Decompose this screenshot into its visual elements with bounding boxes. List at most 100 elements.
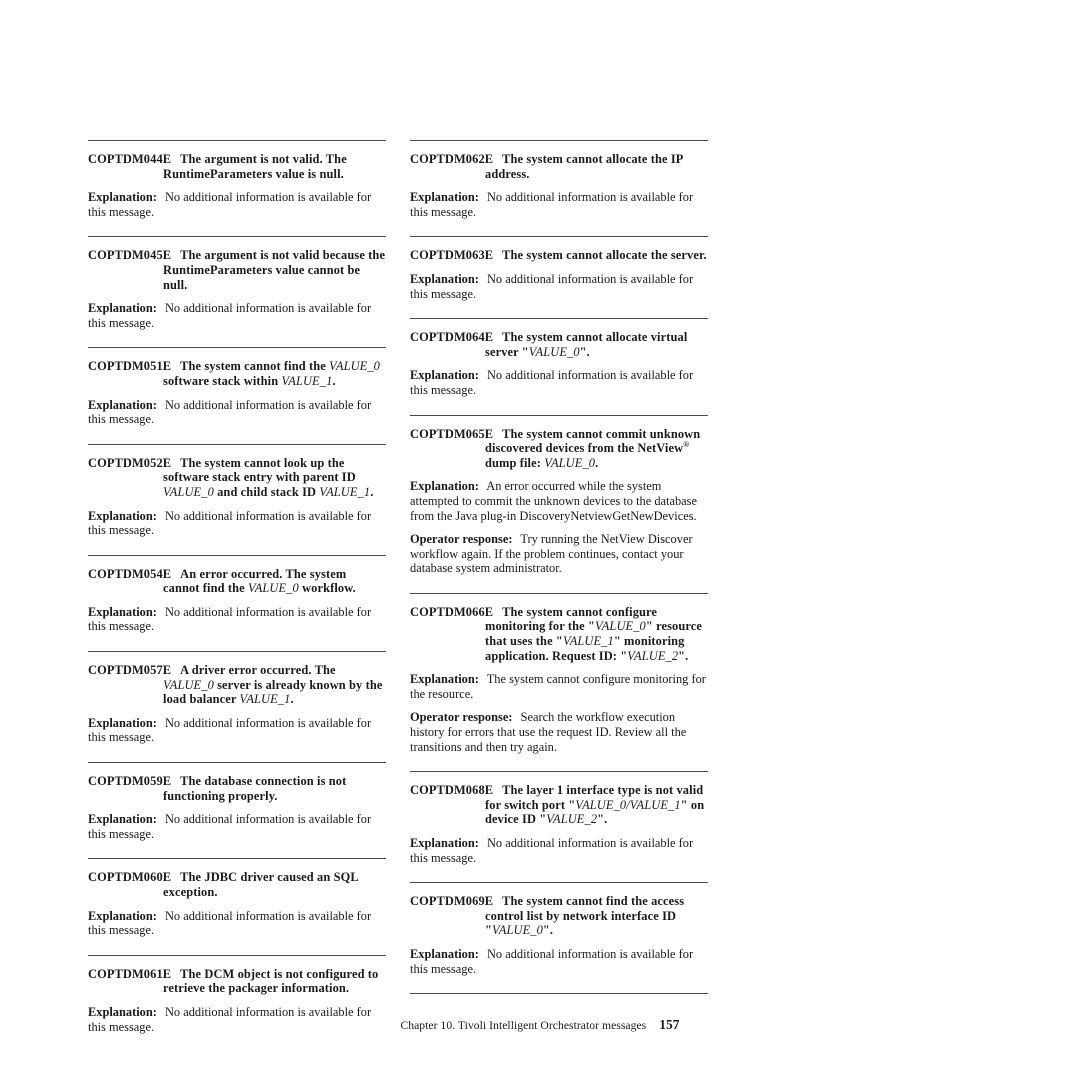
explanation-label: Explanation: (410, 946, 479, 961)
message-title-text: The system cannot commit unknown discove… (485, 426, 701, 456)
message-variable: VALUE_1 (239, 692, 291, 707)
message-separator-rule (410, 882, 708, 884)
message-separator-rule (88, 347, 386, 349)
message-title-text: software stack within (163, 373, 282, 388)
message-heading: COPTDM061E The DCM object is not configur… (88, 967, 386, 996)
message-id: COPTDM062E (410, 152, 494, 166)
explanation-paragraph: Explanation: No additional information i… (88, 812, 386, 841)
message-separator-rule (88, 554, 386, 556)
message-variable: VALUE_2 (627, 648, 679, 663)
right-column: COPTDM062E The system cannot allocate the… (410, 140, 708, 995)
two-column-body: COPTDM044E The argument is not valid. The… (88, 140, 708, 1051)
message-separator-rule (88, 140, 386, 141)
message-id: COPTDM045E (88, 248, 172, 263)
message-variable: VALUE_1 (562, 634, 614, 649)
document-page: COPTDM044E The argument is not valid. The… (0, 0, 1080, 1080)
message-gap (410, 398, 708, 415)
explanation-label: Explanation: (88, 812, 157, 827)
message-title-text: The DCM object is not configured to retr… (163, 966, 379, 996)
message-heading: COPTDM045E The argument is not valid beca… (88, 248, 386, 292)
message-separator-rule (88, 858, 386, 860)
message-variable: VALUE_2 (546, 812, 598, 827)
message-heading: COPTDM059E The database connection is not… (88, 774, 386, 803)
message-gap (410, 219, 708, 236)
message-heading: COPTDM044E The argument is not valid. The… (88, 152, 386, 181)
explanation-paragraph: Explanation: No additional information i… (88, 909, 386, 938)
message-heading: COPTDM052E The system cannot look up the … (88, 456, 386, 500)
message-entry: COPTDM066E The system cannot configure mo… (410, 592, 708, 754)
explanation-label: Explanation: (88, 1004, 157, 1019)
message-gap (88, 745, 386, 762)
message-gap (410, 754, 708, 771)
explanation-label: Explanation: (410, 672, 479, 687)
message-gap (88, 219, 386, 236)
message-id: COPTDM066E (410, 604, 494, 619)
message-title-text: The system cannot allocate the IP addres… (485, 152, 683, 181)
explanation-paragraph: Explanation: The system cannot configure… (410, 672, 708, 701)
footer-page-number: 157 (659, 1017, 680, 1032)
explanation-label: Explanation: (410, 836, 479, 850)
column-closing-rule (410, 993, 708, 995)
message-title-text: The JDBC driver caused an SQL exception. (163, 870, 359, 899)
message-separator-rule (410, 414, 708, 416)
message-heading: COPTDM063E The system cannot allocate the… (410, 248, 708, 263)
explanation-paragraph: Explanation: No additional information i… (410, 836, 708, 865)
message-separator-rule (88, 443, 386, 445)
message-id: COPTDM060E (88, 870, 172, 885)
message-variable: VALUE_0 (528, 344, 580, 359)
operator-response-paragraph: Operator response: Try running the NetVi… (410, 532, 708, 576)
message-entry: COPTDM051E The system cannot find the VAL… (88, 347, 386, 426)
explanation-paragraph: Explanation: No additional information i… (88, 301, 386, 330)
message-id: COPTDM044E (88, 152, 172, 166)
message-variable: VALUE_0 (247, 581, 299, 596)
message-heading: COPTDM054E An error occurred. The system … (88, 567, 386, 596)
message-id: COPTDM069E (410, 894, 494, 909)
explanation-label: Explanation: (410, 479, 479, 494)
message-variable: VALUE_0/VALUE_1 (575, 797, 681, 812)
message-id: COPTDM051E (88, 359, 172, 374)
explanation-paragraph: Explanation: No additional information i… (410, 272, 708, 301)
message-separator-rule (410, 592, 708, 594)
message-title-text: The system cannot allocate the server. (502, 248, 707, 263)
message-title-text: . (595, 455, 599, 470)
message-title-text: A driver error occurred. The (180, 663, 336, 678)
message-heading: COPTDM062E The system cannot allocate the… (410, 152, 708, 181)
explanation-label: Explanation: (88, 508, 157, 523)
message-entry: COPTDM054E An error occurred. The system … (88, 554, 386, 634)
message-entry: COPTDM068E The layer 1 interface type is … (410, 771, 708, 865)
footer-chapter-text: Chapter 10. Tivoli Intelligent Orchestra… (400, 1019, 647, 1032)
message-title-text: ". (579, 344, 590, 359)
message-heading: COPTDM057E A driver error occurred. The V… (88, 663, 386, 707)
message-entry: COPTDM057E A driver error occurred. The V… (88, 651, 386, 745)
message-id: COPTDM057E (88, 663, 172, 678)
message-entry: COPTDM065E The system cannot commit unkno… (410, 414, 708, 576)
message-id: COPTDM068E (410, 783, 494, 798)
explanation-label: Explanation: (88, 397, 157, 412)
message-separator-rule (88, 236, 386, 238)
message-gap (88, 330, 386, 347)
message-heading: COPTDM065E The system cannot commit unkno… (410, 427, 708, 471)
message-title-text: . (332, 373, 336, 388)
explanation-label: Explanation: (88, 190, 157, 205)
explanation-paragraph: Explanation: No additional information i… (88, 190, 386, 219)
explanation-paragraph: Explanation: No additional information i… (88, 605, 386, 634)
message-id: COPTDM065E (410, 426, 494, 441)
message-gap (88, 841, 386, 858)
explanation-label: Explanation: (88, 715, 157, 730)
message-title-text: dump file: (485, 455, 545, 470)
explanation-paragraph: Explanation: No additional information i… (88, 509, 386, 538)
message-gap (410, 576, 708, 593)
message-variable: VALUE_1 (281, 373, 333, 388)
explanation-label: Explanation: (410, 190, 479, 205)
explanation-label: Explanation: (88, 908, 157, 923)
message-id: COPTDM064E (410, 330, 494, 345)
message-heading: COPTDM051E The system cannot find the VAL… (88, 359, 386, 388)
message-title-text: ". (597, 812, 608, 827)
message-heading: COPTDM066E The system cannot configure mo… (410, 605, 708, 663)
message-variable: VALUE_0 (492, 923, 543, 938)
message-separator-rule (88, 762, 386, 764)
message-entry: COPTDM069E The system cannot find the acc… (410, 882, 708, 976)
message-gap (410, 976, 708, 993)
message-entry: COPTDM052E The system cannot look up the … (88, 443, 386, 538)
message-title-text: The argument is not valid because the Ru… (163, 248, 386, 292)
